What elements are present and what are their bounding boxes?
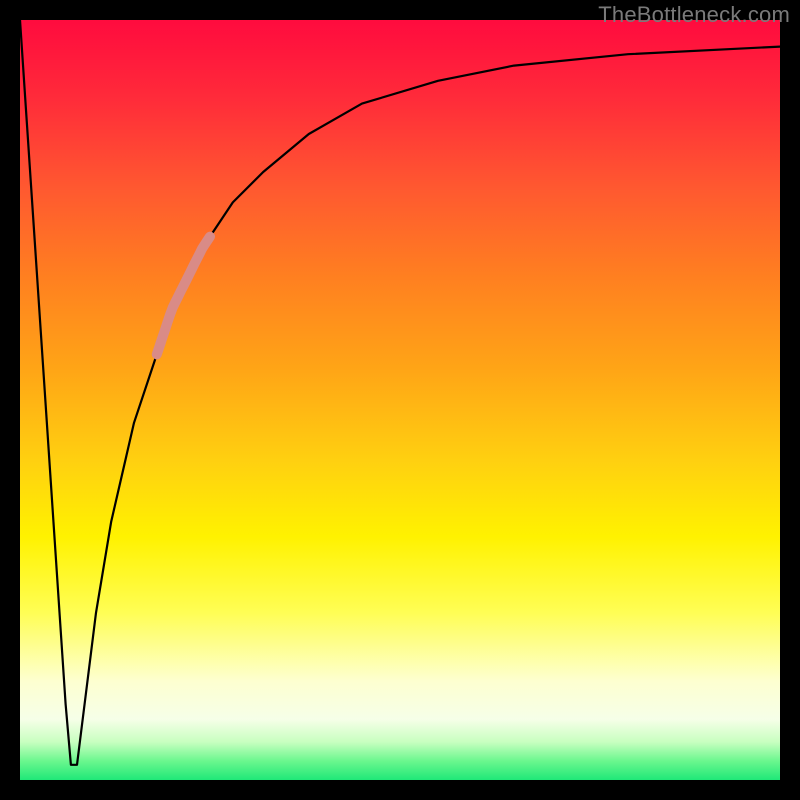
highlight-segment (157, 237, 210, 355)
bottleneck-curve (20, 20, 780, 765)
watermark-text: TheBottleneck.com (598, 2, 790, 28)
curve-svg (20, 20, 780, 780)
plot-area (20, 20, 780, 780)
highlight-dot (156, 338, 166, 348)
chart-frame: TheBottleneck.com (0, 0, 800, 800)
